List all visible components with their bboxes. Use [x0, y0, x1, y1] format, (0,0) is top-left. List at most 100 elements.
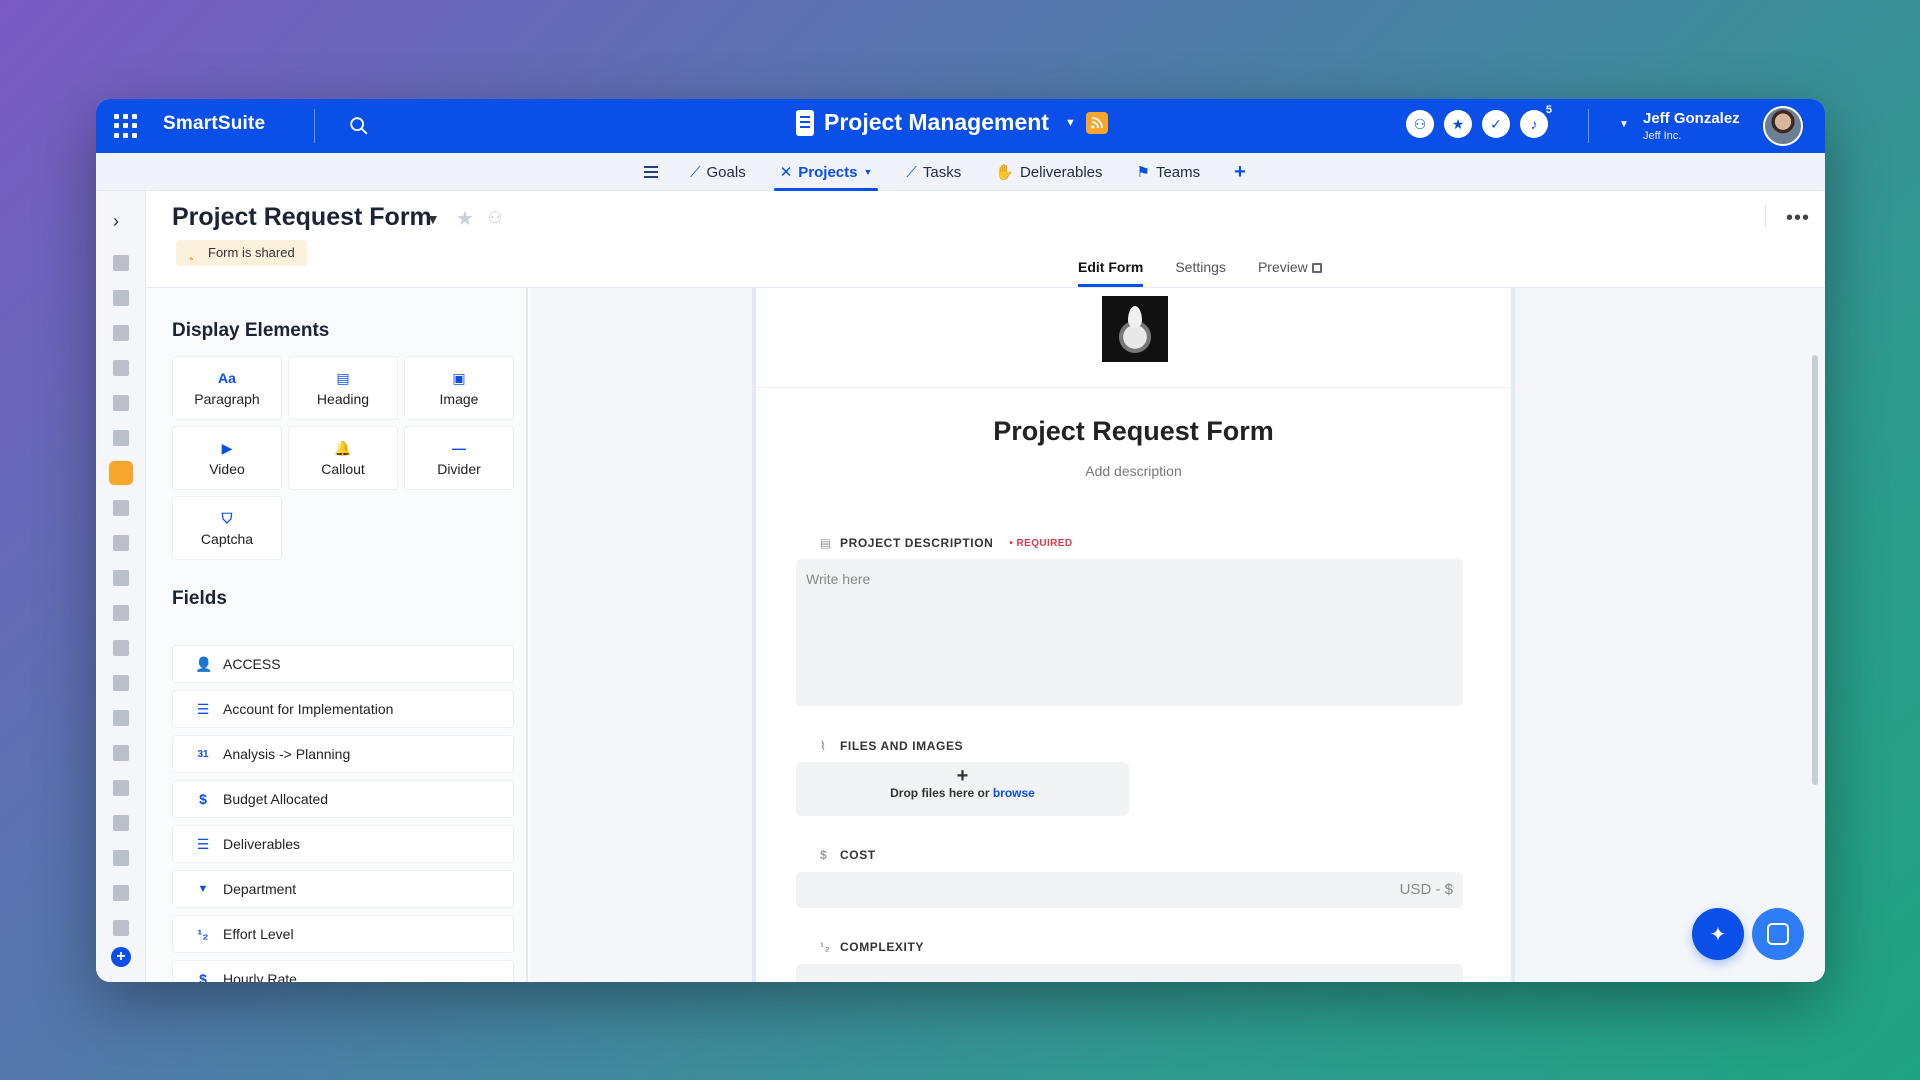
- tab-tasks[interactable]: ⟋ Tasks: [906, 153, 961, 191]
- question-label[interactable]: ▤ PROJECT DESCRIPTION • REQUIRED: [820, 536, 1072, 550]
- team-icon[interactable]: ⚇: [1406, 110, 1434, 138]
- list-item[interactable]: ¹₂ Effort Level: [172, 915, 514, 953]
- more-options-icon[interactable]: •••: [1786, 207, 1810, 230]
- complexity-input[interactable]: [796, 964, 1463, 982]
- chart-line-icon: ⟋: [690, 163, 701, 181]
- dropzone-text: Drop files here or: [890, 786, 990, 800]
- chat-button[interactable]: [1752, 908, 1804, 960]
- timeline-view-icon[interactable]: [113, 535, 129, 551]
- ai-assistant-button[interactable]: ✦: [1692, 908, 1744, 960]
- card-view-icon[interactable]: [113, 640, 129, 656]
- question-label[interactable]: $ COST: [820, 848, 876, 862]
- rss-icon[interactable]: [1085, 111, 1108, 134]
- list-item[interactable]: $ Hourly Rate: [172, 960, 514, 982]
- table-nav-bar: ⟋ Goals ✕ Projects ▼ ⟋ Tasks ✋ Deliverab…: [96, 153, 1825, 191]
- plus-icon: +: [956, 765, 969, 787]
- card-view-icon[interactable]: [113, 815, 129, 831]
- callout-element-button[interactable]: 🔔 Callout: [288, 426, 398, 490]
- tab-projects[interactable]: ✕ Projects ▼: [773, 153, 879, 191]
- shield-icon: ⛉: [221, 509, 233, 526]
- add-table-button[interactable]: +: [1234, 161, 1246, 184]
- user-name[interactable]: Jeff Gonzalez: [1643, 110, 1740, 127]
- calendar-icon: 31: [197, 748, 209, 760]
- dropdown-icon: ▼: [197, 883, 209, 895]
- chevron-down-icon[interactable]: ▼: [1619, 119, 1629, 130]
- list-item[interactable]: ☰ Deliverables: [172, 825, 514, 863]
- question-title: COST: [840, 848, 876, 862]
- add-view-button[interactable]: +: [111, 947, 131, 967]
- cost-input[interactable]: USD - $: [796, 872, 1463, 908]
- avatar[interactable]: [1763, 106, 1803, 146]
- tab-goals[interactable]: ⟋ Goals: [690, 153, 746, 191]
- chevron-right-icon[interactable]: ›: [113, 211, 119, 232]
- apps-grid-icon[interactable]: [114, 114, 138, 138]
- card-view-icon[interactable]: [113, 920, 129, 936]
- paperclip-icon: ⌇: [820, 739, 827, 753]
- lines-icon: ☰: [196, 700, 210, 717]
- calendar-view-icon[interactable]: [113, 710, 129, 726]
- grid-view-icon[interactable]: [113, 780, 129, 796]
- paragraph-element-button[interactable]: Aa Paragraph: [172, 356, 282, 420]
- list-item[interactable]: ▼ Department: [172, 870, 514, 908]
- grid-view-icon[interactable]: [113, 500, 129, 516]
- check-icon[interactable]: ✓: [1482, 110, 1510, 138]
- page-title[interactable]: Project Request Form: [172, 203, 432, 232]
- video-icon: ▶: [221, 439, 233, 456]
- header-divider: [1765, 205, 1766, 227]
- elements-panel: Display Elements Aa Paragraph ▤ Heading …: [146, 288, 528, 982]
- chart-view-icon[interactable]: [113, 850, 129, 866]
- project-description-input[interactable]: Write here: [796, 559, 1463, 706]
- form-view-icon[interactable]: [109, 461, 133, 485]
- star-icon[interactable]: ★: [1444, 110, 1472, 138]
- status-badge[interactable]: ◔ Form is shared: [176, 240, 307, 267]
- tab-teams[interactable]: ⚑ Teams: [1137, 153, 1201, 191]
- people-icon[interactable]: ⚇: [488, 208, 502, 228]
- grid-view-icon[interactable]: [113, 885, 129, 901]
- grid-view-icon[interactable]: [113, 675, 129, 691]
- list-item[interactable]: $ Budget Allocated: [172, 780, 514, 818]
- hand-icon: ✋: [995, 164, 1014, 181]
- list-item[interactable]: 👤 ACCESS: [172, 645, 514, 683]
- tab-label: Tasks: [922, 163, 962, 181]
- tab-settings[interactable]: Settings: [1175, 257, 1226, 287]
- list-item[interactable]: 31 Analysis -> Planning: [172, 735, 514, 773]
- file-dropzone[interactable]: + Drop files here or browse: [796, 762, 1129, 816]
- star-icon[interactable]: ★: [456, 206, 474, 231]
- menu-icon[interactable]: [644, 165, 662, 179]
- form-logo-area[interactable]: [756, 288, 1511, 388]
- grid-view-icon[interactable]: [113, 325, 129, 341]
- solution-title[interactable]: Project Management ▼: [796, 109, 1108, 136]
- grid-view-icon[interactable]: [113, 605, 129, 621]
- browse-link[interactable]: browse: [993, 786, 1035, 800]
- video-element-button[interactable]: ▶ Video: [172, 426, 282, 490]
- question-label[interactable]: ¹₂ COMPLEXITY: [820, 940, 924, 954]
- chevron-down-icon[interactable]: ▼: [426, 211, 440, 227]
- image-element-button[interactable]: ▣ Image: [404, 356, 514, 420]
- list-item[interactable]: ☰ Account for Implementation: [172, 690, 514, 728]
- folder-icon[interactable]: [113, 745, 129, 761]
- tab-deliverables[interactable]: ✋ Deliverables: [995, 153, 1102, 191]
- required-badge: • REQUIRED: [1009, 537, 1073, 549]
- card-view-icon[interactable]: [113, 360, 129, 376]
- heading-element-button[interactable]: ▤ Heading: [288, 356, 398, 420]
- app-window: SmartSuite Project Management ▼ ⚇ ★ ✓ ♪ 5…: [96, 99, 1825, 982]
- chart-view-icon[interactable]: [113, 290, 129, 306]
- bell-icon[interactable]: ♪ 5: [1520, 104, 1552, 138]
- chevron-down-icon[interactable]: ▼: [1065, 117, 1076, 129]
- grid-view-icon[interactable]: [113, 570, 129, 586]
- chevron-down-icon[interactable]: ▼: [863, 167, 872, 177]
- search-icon[interactable]: [348, 115, 370, 137]
- calendar-view-icon[interactable]: [113, 430, 129, 446]
- brand-logo[interactable]: SmartSuite: [163, 113, 265, 135]
- captcha-element-button[interactable]: ⛉ Captcha: [172, 496, 282, 560]
- grid-view-icon[interactable]: [113, 255, 129, 271]
- divider-element-button[interactable]: — Divider: [404, 426, 514, 490]
- tab-preview[interactable]: Preview: [1258, 257, 1322, 287]
- kanban-view-icon[interactable]: [113, 395, 129, 411]
- tab-edit-form[interactable]: Edit Form: [1078, 257, 1144, 287]
- form-title[interactable]: Project Request Form: [756, 416, 1511, 447]
- scrollbar[interactable]: [1812, 355, 1818, 785]
- question-label[interactable]: ⌇ FILES AND IMAGES: [820, 739, 963, 753]
- form-card: Project Request Form Add description ▤ P…: [752, 288, 1515, 982]
- form-description[interactable]: Add description: [756, 463, 1511, 479]
